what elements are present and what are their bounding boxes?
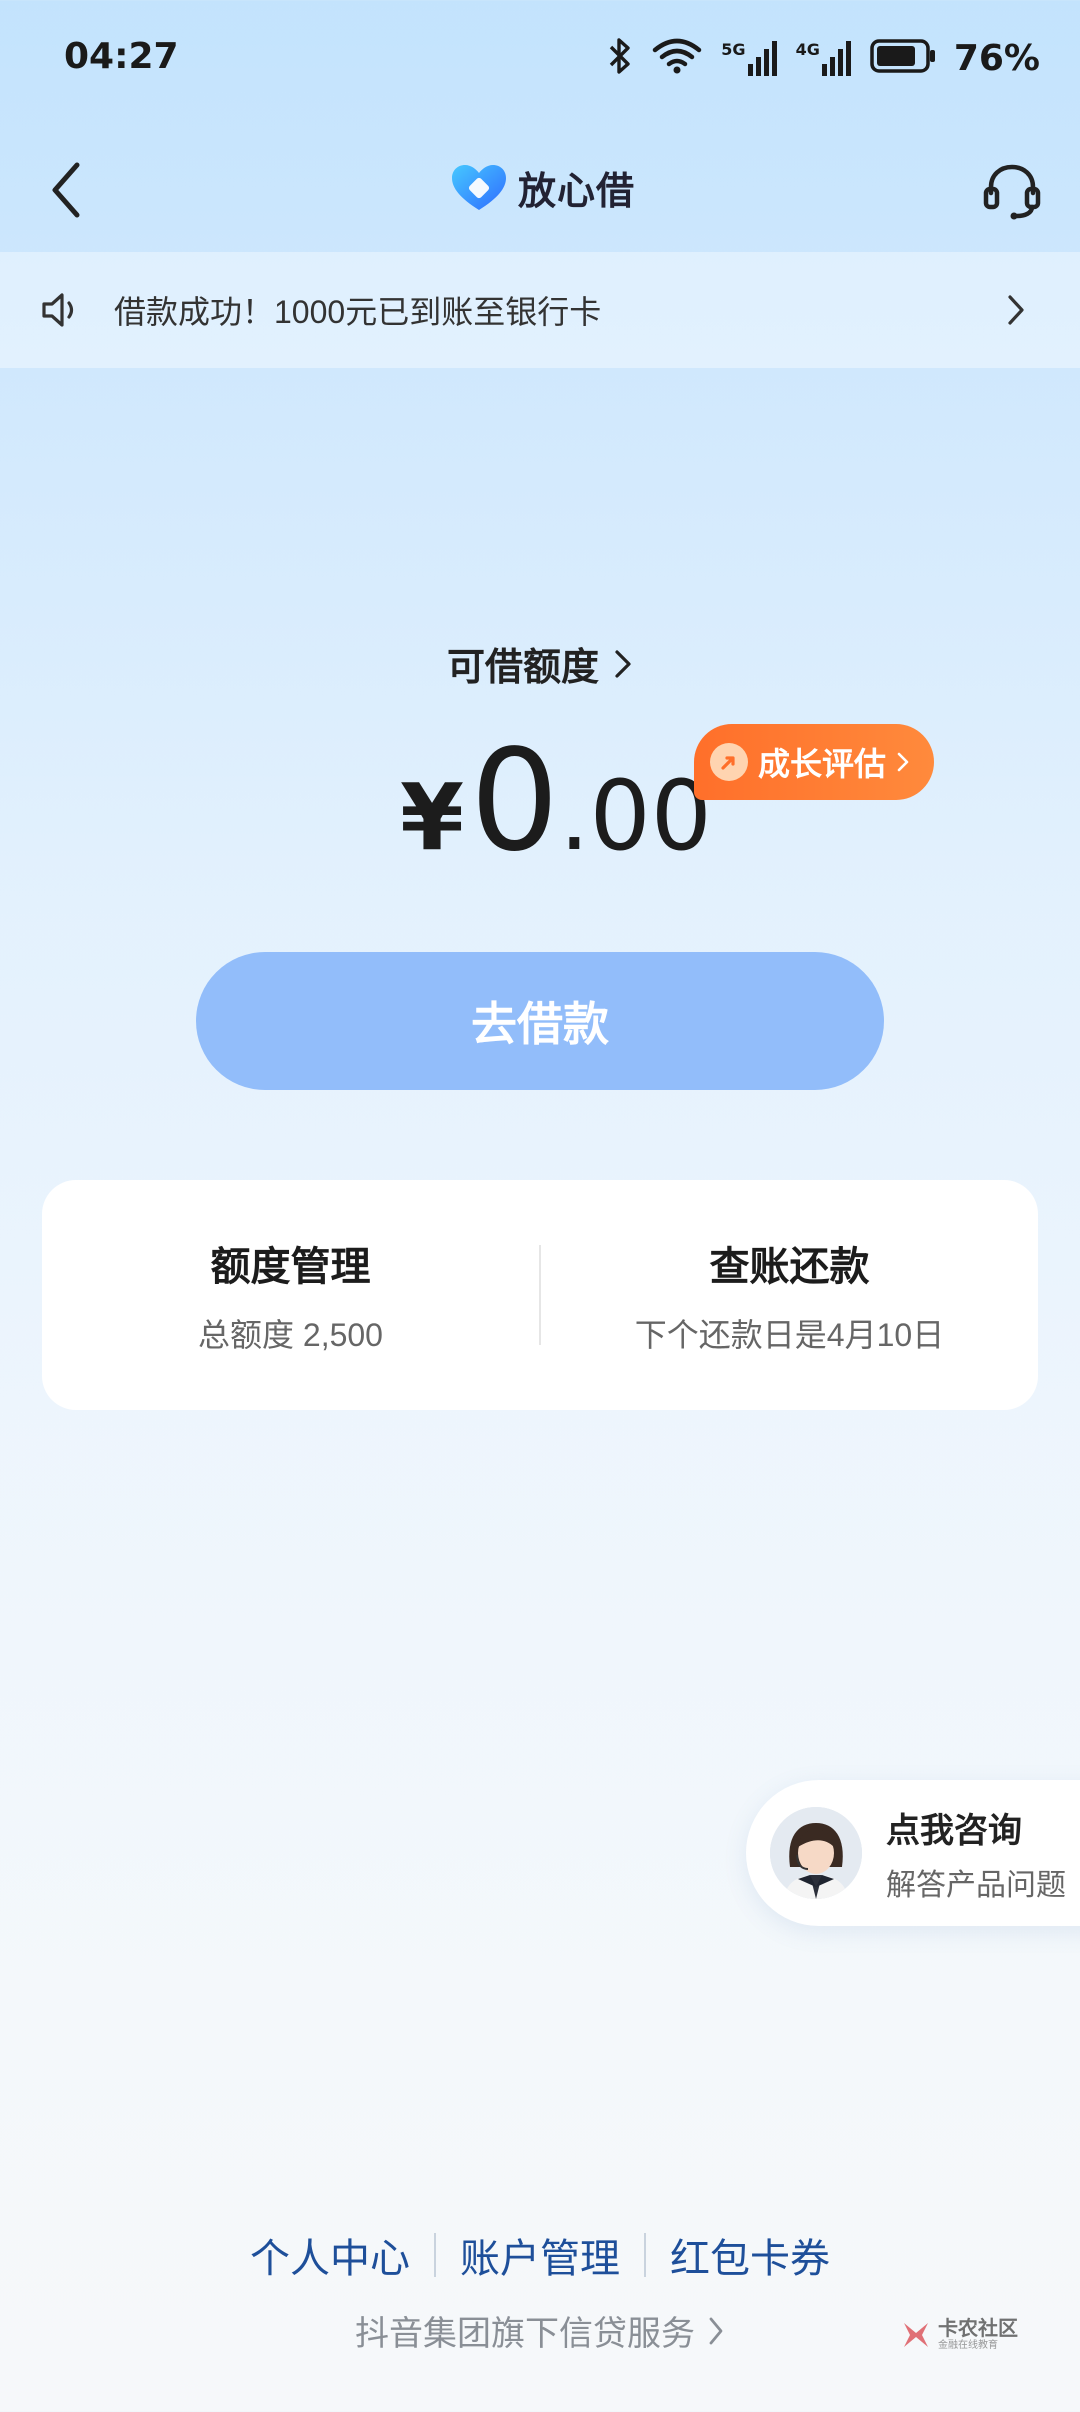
account-management-link[interactable]: 账户管理 <box>436 2226 644 2284</box>
chevron-left-icon <box>52 162 80 218</box>
chevron-right-icon <box>897 752 909 772</box>
consult-text: 点我咨询 解答产品问题 <box>886 1803 1066 1904</box>
chevron-right-icon <box>615 649 631 678</box>
footer-links: 个人中心 账户管理 红包卡券 <box>0 2226 1080 2284</box>
customer-service-button[interactable] <box>972 150 1052 230</box>
watermark: 卡农社区 金融在线教育 <box>900 2318 1018 2351</box>
notice-text: 借款成功！1000元已到账至银行卡 <box>114 294 602 330</box>
growth-arrow-icon <box>710 743 748 781</box>
borrow-button[interactable]: 去借款 <box>196 952 884 1090</box>
app-logo: 放心借 <box>450 160 635 215</box>
back-button[interactable] <box>36 150 96 230</box>
status-icons: 5G 4G 76% <box>607 36 1040 80</box>
coupons-link[interactable]: 红包卡券 <box>646 2226 854 2284</box>
amount-integer: 0 <box>470 720 560 883</box>
headset-icon <box>983 164 1041 220</box>
bill-repayment-item[interactable]: 查账还款 下个还款日是4月10日 <box>541 1180 1038 1410</box>
consult-subtitle: 解答产品问题 <box>886 1867 1066 1903</box>
battery-percent: 76% <box>953 37 1040 79</box>
limit-management-item[interactable]: 额度管理 总额度 2,500 <box>42 1180 539 1410</box>
consult-title: 点我咨询 <box>886 1810 1022 1851</box>
watermark-main: 卡农社区 <box>938 2316 1018 2340</box>
account-summary-card: 额度管理 总额度 2,500 查账还款 下个还款日是4月10日 <box>42 1180 1038 1410</box>
agent-avatar <box>770 1807 862 1899</box>
bill-repayment-title: 查账还款 <box>709 1244 870 1290</box>
status-time: 04:27 <box>64 36 179 77</box>
signal-5g-icon: 5G <box>721 40 777 76</box>
watermark-logo-icon <box>904 2322 928 2347</box>
network-5g-label: 5G <box>721 40 746 59</box>
heart-logo-icon <box>452 164 506 210</box>
wifi-icon <box>651 36 703 80</box>
chevron-right-icon <box>1006 290 1030 330</box>
network-4g-label: 4G <box>795 40 820 59</box>
credit-label-text: 可借额度 <box>446 645 599 689</box>
notice-bar[interactable]: 借款成功！1000元已到账至银行卡 <box>0 252 1080 368</box>
battery-icon <box>870 38 936 78</box>
limit-management-title: 额度管理 <box>210 1244 371 1290</box>
available-credit-label[interactable]: 可借额度 <box>0 636 1080 691</box>
bluetooth-icon <box>607 36 633 80</box>
app-title: 放心借 <box>518 169 636 213</box>
consult-float-button[interactable]: 点我咨询 解答产品问题 <box>746 1780 1080 1926</box>
growth-evaluation-badge[interactable]: 成长评估 <box>694 724 935 800</box>
total-limit-text: 总额度 2,500 <box>198 1317 383 1353</box>
speaker-icon <box>40 288 84 332</box>
currency-symbol: ¥ <box>400 764 465 871</box>
personal-center-link[interactable]: 个人中心 <box>226 2226 434 2284</box>
chevron-right-icon <box>709 2317 723 2344</box>
signal-4g-icon: 4G <box>796 40 852 76</box>
credit-amount: ¥ 0 .00 <box>400 720 712 883</box>
footer-note-text: 抖音集团旗下信贷服务 <box>355 2314 695 2354</box>
watermark-sub: 金融在线教育 <box>938 2340 998 2351</box>
growth-badge-label: 成长评估 <box>758 745 887 783</box>
amount-decimal: .00 <box>559 760 712 872</box>
next-due-date-text: 下个还款日是4月10日 <box>634 1317 945 1353</box>
